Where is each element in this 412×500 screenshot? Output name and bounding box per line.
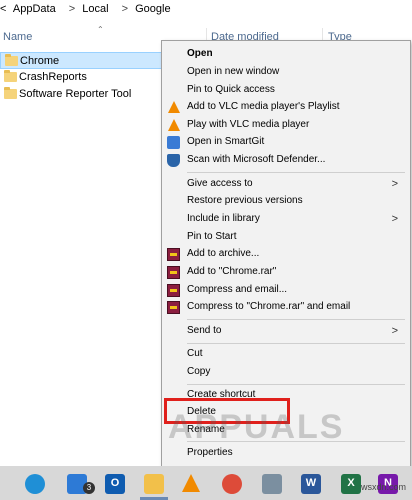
breadcrumb-google[interactable]: Google — [135, 3, 170, 15]
menu-item-label: Compress and email... — [187, 284, 288, 295]
sticky-notes-icon[interactable] — [262, 474, 282, 494]
menu-item-label: Add to "Chrome.rar" — [187, 266, 277, 277]
menu-item-open[interactable]: Open — [162, 46, 410, 63]
word-letter: W — [305, 477, 317, 489]
excel-icon[interactable]: X — [341, 474, 361, 494]
smartgit-icon — [167, 136, 180, 149]
menu-item-compress-email[interactable]: Compress and email... — [162, 282, 410, 299]
winrar-icon — [167, 248, 180, 261]
breadcrumb-separator: > — [121, 3, 129, 15]
word-icon[interactable]: W — [301, 474, 321, 494]
edge-icon[interactable] — [25, 474, 45, 494]
winrar-icon — [167, 266, 180, 279]
defender-shield-icon — [167, 154, 180, 167]
menu-item-add-chrome-rar[interactable]: Add to "Chrome.rar" — [162, 264, 410, 281]
file-row-software-reporter-tool[interactable]: Software Reporter Tool — [0, 86, 160, 103]
mail-count-badge: 3 — [83, 482, 95, 494]
winrar-icon — [167, 301, 180, 314]
file-row-crashreports[interactable]: CrashReports — [0, 69, 160, 86]
menu-item-label: Open in new window — [187, 66, 280, 77]
file-name: CrashReports — [19, 71, 87, 83]
menu-separator — [187, 343, 405, 344]
chrome-icon[interactable] — [222, 474, 242, 494]
breadcrumb-appdata[interactable]: AppData — [13, 3, 56, 15]
menu-item-label: Play with VLC media player — [187, 119, 310, 130]
menu-item-properties[interactable]: Properties — [162, 445, 410, 462]
menu-item-label: Copy — [187, 366, 211, 377]
appuals-watermark: APPUALS — [168, 408, 345, 446]
menu-item-label: Compress to "Chrome.rar" and email — [187, 301, 351, 312]
menu-item-label: Add to archive... — [187, 248, 260, 259]
menu-item-defender-scan[interactable]: Scan with Microsoft Defender... — [162, 152, 410, 169]
menu-item-vlc-playlist[interactable]: Add to VLC media player's Playlist — [162, 99, 410, 116]
menu-item-cut[interactable]: Cut — [162, 346, 410, 363]
chevron-right-icon: > — [391, 213, 398, 225]
menu-item-give-access[interactable]: Give access to > — [162, 176, 410, 193]
menu-item-copy[interactable]: Copy — [162, 364, 410, 381]
menu-item-compress-chrome-rar-email[interactable]: Compress to "Chrome.rar" and email — [162, 299, 410, 316]
menu-separator — [187, 384, 405, 385]
file-explorer-icon[interactable] — [144, 474, 164, 494]
menu-item-label: Open — [187, 48, 213, 59]
menu-item-send-to[interactable]: Send to > — [162, 323, 410, 340]
menu-item-restore-versions[interactable]: Restore previous versions — [162, 193, 410, 210]
menu-item-label: Cut — [187, 348, 203, 359]
menu-item-include-library[interactable]: Include in library > — [162, 211, 410, 228]
breadcrumb-local[interactable]: Local — [82, 3, 108, 15]
winrar-icon — [167, 284, 180, 297]
chevron-right-icon: > — [391, 325, 398, 337]
menu-item-smartgit[interactable]: Open in SmartGit — [162, 134, 410, 151]
menu-item-vlc-play[interactable]: Play with VLC media player — [162, 117, 410, 134]
menu-item-label: Pin to Start — [187, 231, 237, 242]
menu-item-label: Properties — [187, 447, 233, 458]
vlc-taskbar-icon[interactable] — [182, 474, 200, 492]
address-bar[interactable]: < AppData > Local > Google — [0, 0, 412, 22]
menu-item-label: Give access to — [187, 178, 253, 189]
taskbar: O W X N — [0, 466, 412, 500]
breadcrumb: < AppData > Local > Google — [0, 3, 175, 15]
outlook-letter: O — [110, 477, 120, 489]
vlc-icon — [168, 119, 180, 131]
folder-icon — [4, 87, 17, 99]
excel-letter: X — [347, 477, 355, 489]
vlc-icon — [168, 101, 180, 113]
menu-item-label: Add to VLC media player's Playlist — [187, 101, 340, 112]
menu-item-open-new-window[interactable]: Open in new window — [162, 64, 410, 81]
menu-item-label: Pin to Quick access — [187, 84, 275, 95]
file-row-chrome[interactable]: Chrome — [0, 52, 162, 69]
menu-item-label: Scan with Microsoft Defender... — [187, 154, 326, 165]
chevron-right-icon: > — [391, 178, 398, 190]
breadcrumb-back[interactable]: < — [0, 3, 6, 15]
menu-separator — [187, 319, 405, 320]
menu-item-add-archive[interactable]: Add to archive... — [162, 246, 410, 263]
menu-item-pin-start[interactable]: Pin to Start — [162, 229, 410, 246]
menu-item-label: Open in SmartGit — [187, 136, 265, 147]
menu-item-label: Send to — [187, 325, 222, 336]
breadcrumb-separator: > — [68, 3, 76, 15]
sort-ascending-icon: ⌃ — [97, 25, 104, 34]
folder-icon — [4, 70, 17, 82]
menu-item-label: Include in library — [187, 213, 260, 224]
outlook-icon[interactable]: O — [105, 474, 125, 494]
folder-icon — [5, 54, 18, 66]
menu-separator — [187, 172, 405, 173]
site-watermark: wsxdn.com — [360, 482, 406, 492]
column-header-name[interactable]: Name — [3, 31, 32, 43]
file-name: Chrome — [20, 55, 60, 67]
menu-item-label: Restore previous versions — [187, 195, 303, 206]
menu-item-pin-quick-access[interactable]: Pin to Quick access — [162, 82, 410, 99]
file-name: Software Reporter Tool — [19, 88, 132, 100]
